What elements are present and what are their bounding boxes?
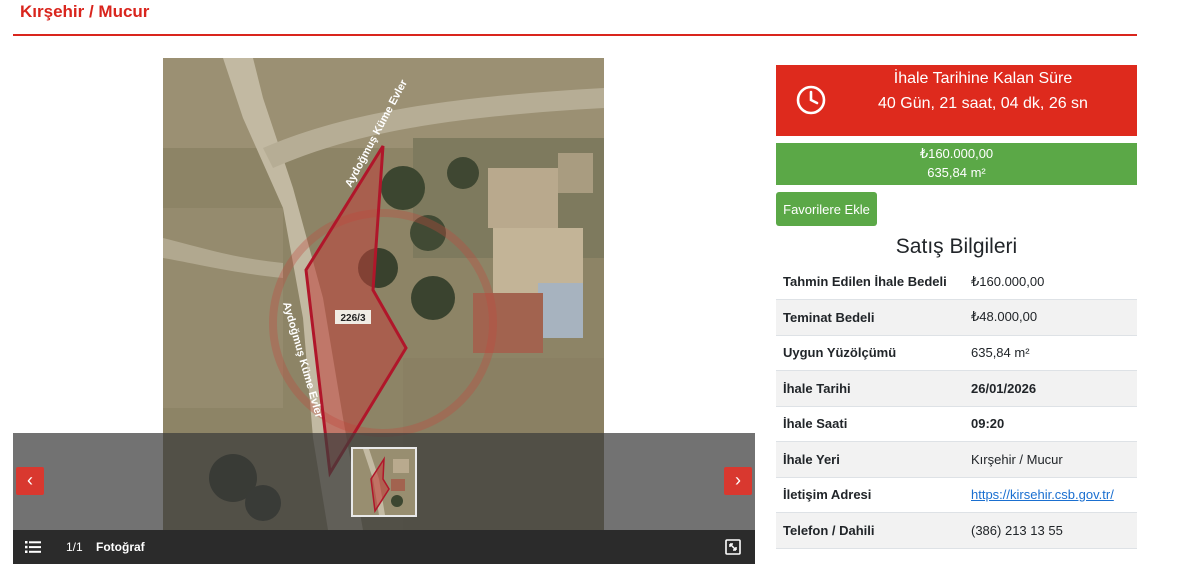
row-value: ₺160.000,00 [964,264,1137,300]
row-label: İhale Tarihi [776,370,964,407]
row-label: İhale Saati [776,406,964,442]
page: Kırşehir / Mucur 226/3 Aydoğmuş Küme Evl… [0,0,1200,572]
photo-counter: 1/1 [66,540,83,554]
table-row: Telefon / Dahili (386) 213 13 55 [776,512,1137,549]
table-row: Uygun Yüzölçümü 635,84 m² [776,335,1137,371]
parcel-label: 226/3 [340,313,365,324]
gallery-prev-button[interactable]: ‹ [16,467,44,495]
countdown-value: 40 Gün, 21 saat, 04 dk, 26 sn [878,95,1088,112]
sale-info-title: Satış Bilgileri [895,235,1018,258]
countdown-label: İhale Tarihine Kalan Süre [893,70,1073,87]
table-row: İhale Yeri Kırşehir / Mucur [776,441,1137,478]
row-label: İletişim Adresi [776,477,964,513]
contact-address-link[interactable]: https://kirsehir.csb.gov.tr/ [971,487,1114,502]
clock-icon [795,84,827,116]
row-value: Kırşehir / Mucur [964,441,1137,478]
row-label: Tahmin Edilen İhale Bedeli [776,264,964,300]
page-header: Kırşehir / Mucur [13,0,1137,36]
table-row: Tahmin Edilen İhale Bedeli ₺160.000,00 [776,264,1137,300]
row-label: Uygun Yüzölçümü [776,335,964,371]
thumbnail-image[interactable] [351,447,417,517]
table-row: Teminat Bedeli ₺48.000,00 [776,299,1137,336]
area-value: 635,84 m² [927,165,986,180]
thumbnail-strip [13,433,755,530]
sale-info-table: Tahmin Edilen İhale Bedeli ₺160.000,00 T… [776,264,1137,549]
add-to-favorites-button[interactable]: Favorilere Ekle [776,192,877,226]
row-value: https://kirsehir.csb.gov.tr/ [964,477,1137,513]
table-row: İhale Tarihi 26/01/2026 [776,370,1137,407]
row-value: (386) 213 13 55 [964,512,1137,549]
table-row: İhale Saati 09:20 [776,406,1137,442]
row-label: Teminat Bedeli [776,299,964,336]
row-label: Telefon / Dahili [776,512,964,549]
row-value: 09:20 [964,406,1137,442]
page-title: Kırşehir / Mucur [20,2,150,21]
photo-type-label: Fotoğraf [96,540,145,554]
row-value: 635,84 m² [964,335,1137,371]
gallery-toolbar: 1/1 Fotoğraf [13,530,755,564]
row-value: 26/01/2026 [964,370,1137,407]
price-value: ₺160.000,00 [919,146,994,161]
table-row: İletişim Adresi https://kirsehir.csb.gov… [776,477,1137,513]
row-value: ₺48.000,00 [964,299,1137,336]
fullscreen-icon[interactable] [725,539,741,555]
photo-gallery: 226/3 Aydoğmuş Küme Evler Aydoğmuş Küme … [13,58,755,564]
row-label: İhale Yeri [776,441,964,478]
list-icon[interactable] [25,540,41,554]
price-box: ₺160.000,00 635,84 m² [776,143,1137,185]
gallery-next-button[interactable]: › [724,467,752,495]
auction-countdown: İhale Tarihine Kalan Süre 40 Gün, 21 saa… [776,65,1137,136]
